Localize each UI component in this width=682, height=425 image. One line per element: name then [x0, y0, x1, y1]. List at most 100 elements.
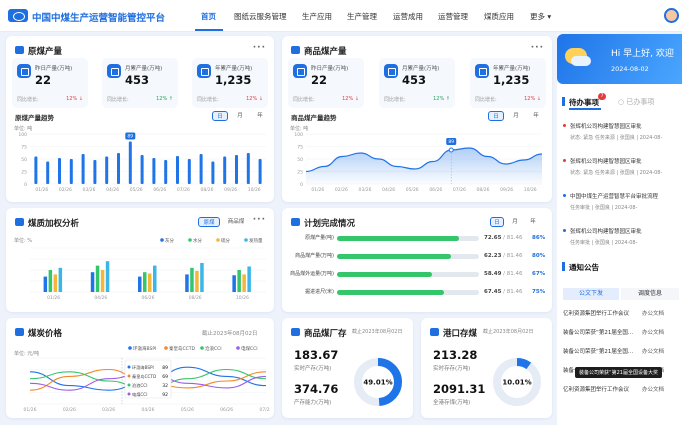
- price-date: 截止2023年08月02日: [202, 331, 258, 337]
- tooltip-series: 环渤海BSPI: [132, 364, 154, 371]
- stat-pct-value: 12%: [524, 96, 536, 102]
- tab-month[interactable]: 月: [508, 217, 522, 227]
- tab-year[interactable]: 年: [252, 111, 268, 121]
- stat-sub: 同比增长:: [475, 97, 497, 103]
- tab-official-docs[interactable]: 公文下发: [563, 288, 619, 300]
- chart-bar: [199, 154, 203, 184]
- nav-home[interactable]: 首页: [201, 11, 216, 22]
- plan-row-label: 掘进进尺(米): [305, 289, 334, 295]
- chart-bar: [235, 155, 238, 184]
- chart-bar: [43, 276, 48, 292]
- x-tick-label: 06/26: [220, 407, 233, 413]
- tab-year[interactable]: 年: [528, 111, 544, 121]
- x-tick-label: 05/26: [406, 187, 419, 193]
- legend-label: 水分: [193, 237, 202, 244]
- tooltip-series: 沧浪CCI: [132, 382, 147, 389]
- y-axis-label: 单位: 元/吨: [14, 350, 39, 357]
- chart-bar: [246, 153, 250, 184]
- tooltip-value: 89: [162, 365, 168, 371]
- greeting-text: Hi 早上好, 欢迎: [611, 49, 674, 59]
- nav-production-mgmt[interactable]: 生产管理: [347, 11, 377, 22]
- tab-todo[interactable]: 待办事项: [569, 97, 599, 108]
- donut-label: 49.01%: [363, 379, 392, 387]
- plan-row-pct: 67%: [532, 271, 546, 277]
- y-tick-label: 75: [297, 145, 303, 151]
- chart-bar: [211, 161, 215, 184]
- raw-coal-icon: [15, 46, 24, 54]
- x-tick-label: 04/26: [382, 187, 395, 193]
- x-tick-label: 08/26: [477, 187, 490, 193]
- todo-item[interactable]: 中国中煤生产运营智慧平台审批流程: [570, 192, 658, 200]
- port-total-label: 全港存煤(万吨): [433, 400, 471, 406]
- plan-row-label: 商品煤外运量(万吨): [290, 271, 334, 277]
- todo-item[interactable]: 张辉机公司构建智慧园区审批: [570, 157, 642, 165]
- plan-row-value: 67.45 / 81.46: [484, 289, 523, 295]
- x-tick-label: 03/26: [83, 187, 96, 193]
- notice-item[interactable]: 亿利资源集团举行工作会议: [563, 385, 629, 393]
- stock-date: 截止2023年08月02日: [352, 329, 403, 335]
- nav-operation-mgmt[interactable]: 运营管理: [438, 11, 468, 22]
- tab-year[interactable]: 年: [526, 217, 540, 227]
- y-tick-label: 50: [297, 157, 303, 163]
- todo-item[interactable]: 张辉机公司构建智慧园区审批: [570, 122, 642, 130]
- legend-label: 硫分: [221, 237, 230, 244]
- more-options-icon[interactable]: ···: [253, 215, 266, 225]
- chart-bar: [185, 274, 189, 292]
- y-tick-label: 25: [21, 170, 27, 176]
- tab-done[interactable]: ○ 已办事项: [618, 97, 654, 107]
- nav-production-app[interactable]: 生产应用: [302, 11, 332, 22]
- stat-sub: 同比增长:: [197, 97, 219, 103]
- tab-dispatch-info[interactable]: 调度信息: [621, 288, 679, 300]
- todo-status-dot: [563, 124, 566, 127]
- legend-swatch: [188, 238, 192, 242]
- more-options-icon[interactable]: ···: [253, 43, 266, 53]
- nav-coal-quality[interactable]: 煤质应用: [484, 11, 514, 22]
- raw-coal-title: 原煤产量: [28, 47, 63, 57]
- todo-item[interactable]: 张辉机公司构建智慧园区审批: [570, 227, 642, 235]
- chart-bar: [117, 153, 120, 184]
- tab-day[interactable]: 日: [212, 111, 228, 121]
- tab-month[interactable]: 月: [508, 111, 524, 121]
- port-total-value: 2091.31: [433, 382, 486, 396]
- plan-row-value: 58.49 / 81.46: [484, 271, 523, 277]
- legend-label: 电煤CCI: [241, 345, 258, 352]
- nav-drawing-cloud[interactable]: 图纸云服务管理: [234, 11, 287, 22]
- plan-row-pct: 80%: [532, 253, 546, 259]
- stock-capacity-value: 374.76: [294, 382, 339, 396]
- stat-pct-value: 12%: [433, 96, 445, 102]
- chart-bar: [58, 267, 63, 292]
- legend-label: 环渤海BSPI: [133, 345, 156, 352]
- chart-bar: [223, 156, 227, 184]
- tooltip-series: 秦皇岛CCTD: [132, 373, 156, 380]
- nav-operation-app[interactable]: 运营成用: [393, 11, 423, 22]
- focus-point: [448, 147, 454, 153]
- user-avatar[interactable]: [664, 8, 679, 23]
- notice-tooltip: 装备公司荣获“第21届全国设备大奖: [575, 367, 662, 378]
- notice-item[interactable]: 装备公司荣获“第21届全国...: [563, 347, 633, 355]
- more-options-icon[interactable]: ···: [531, 43, 544, 53]
- todo-meta: 状态: 紧急 任务来源 | 张国良 | 2024-08-: [570, 135, 663, 141]
- x-tick-label: 03/26: [102, 407, 115, 413]
- chart-bar: [93, 160, 97, 184]
- x-tick-label: 10/26: [248, 187, 261, 193]
- x-tick-label: 05/26: [181, 407, 194, 413]
- port-card: 港口存煤 截止2023年08月02日 213.28 实时存存(万吨) 2091.…: [421, 318, 552, 418]
- legend-label: 发热量: [249, 237, 263, 244]
- y-tick-label: 50: [21, 157, 27, 163]
- notice-item[interactable]: 装备公司荣获“第21届全国...: [563, 328, 633, 336]
- tab-month[interactable]: 月: [232, 111, 248, 121]
- raw-coal-card: 原煤产量 ··· 昨日产量(万吨) 22 同比增长: 12% ↓ 月累产量(万吨…: [6, 36, 274, 202]
- notice-title: 通知公告: [569, 263, 599, 272]
- nav-more[interactable]: 更多 ▾: [530, 11, 551, 22]
- tab-day[interactable]: 日: [490, 217, 504, 227]
- tab-commodity-coal[interactable]: 商品煤: [222, 217, 250, 227]
- tooltip-series: 电煤CCI: [132, 391, 147, 398]
- tab-raw-coal[interactable]: 原煤: [198, 217, 220, 227]
- calendar-icon: [384, 64, 398, 78]
- stat-pct-value: 12%: [246, 96, 258, 102]
- notice-item[interactable]: 亿利资源集团举行工作会议: [563, 309, 629, 317]
- x-tick-label: 08/26: [201, 187, 214, 193]
- chart-bar: [53, 274, 58, 292]
- greeting-date: 2024-08-02: [611, 65, 649, 73]
- tab-day[interactable]: 日: [488, 111, 504, 121]
